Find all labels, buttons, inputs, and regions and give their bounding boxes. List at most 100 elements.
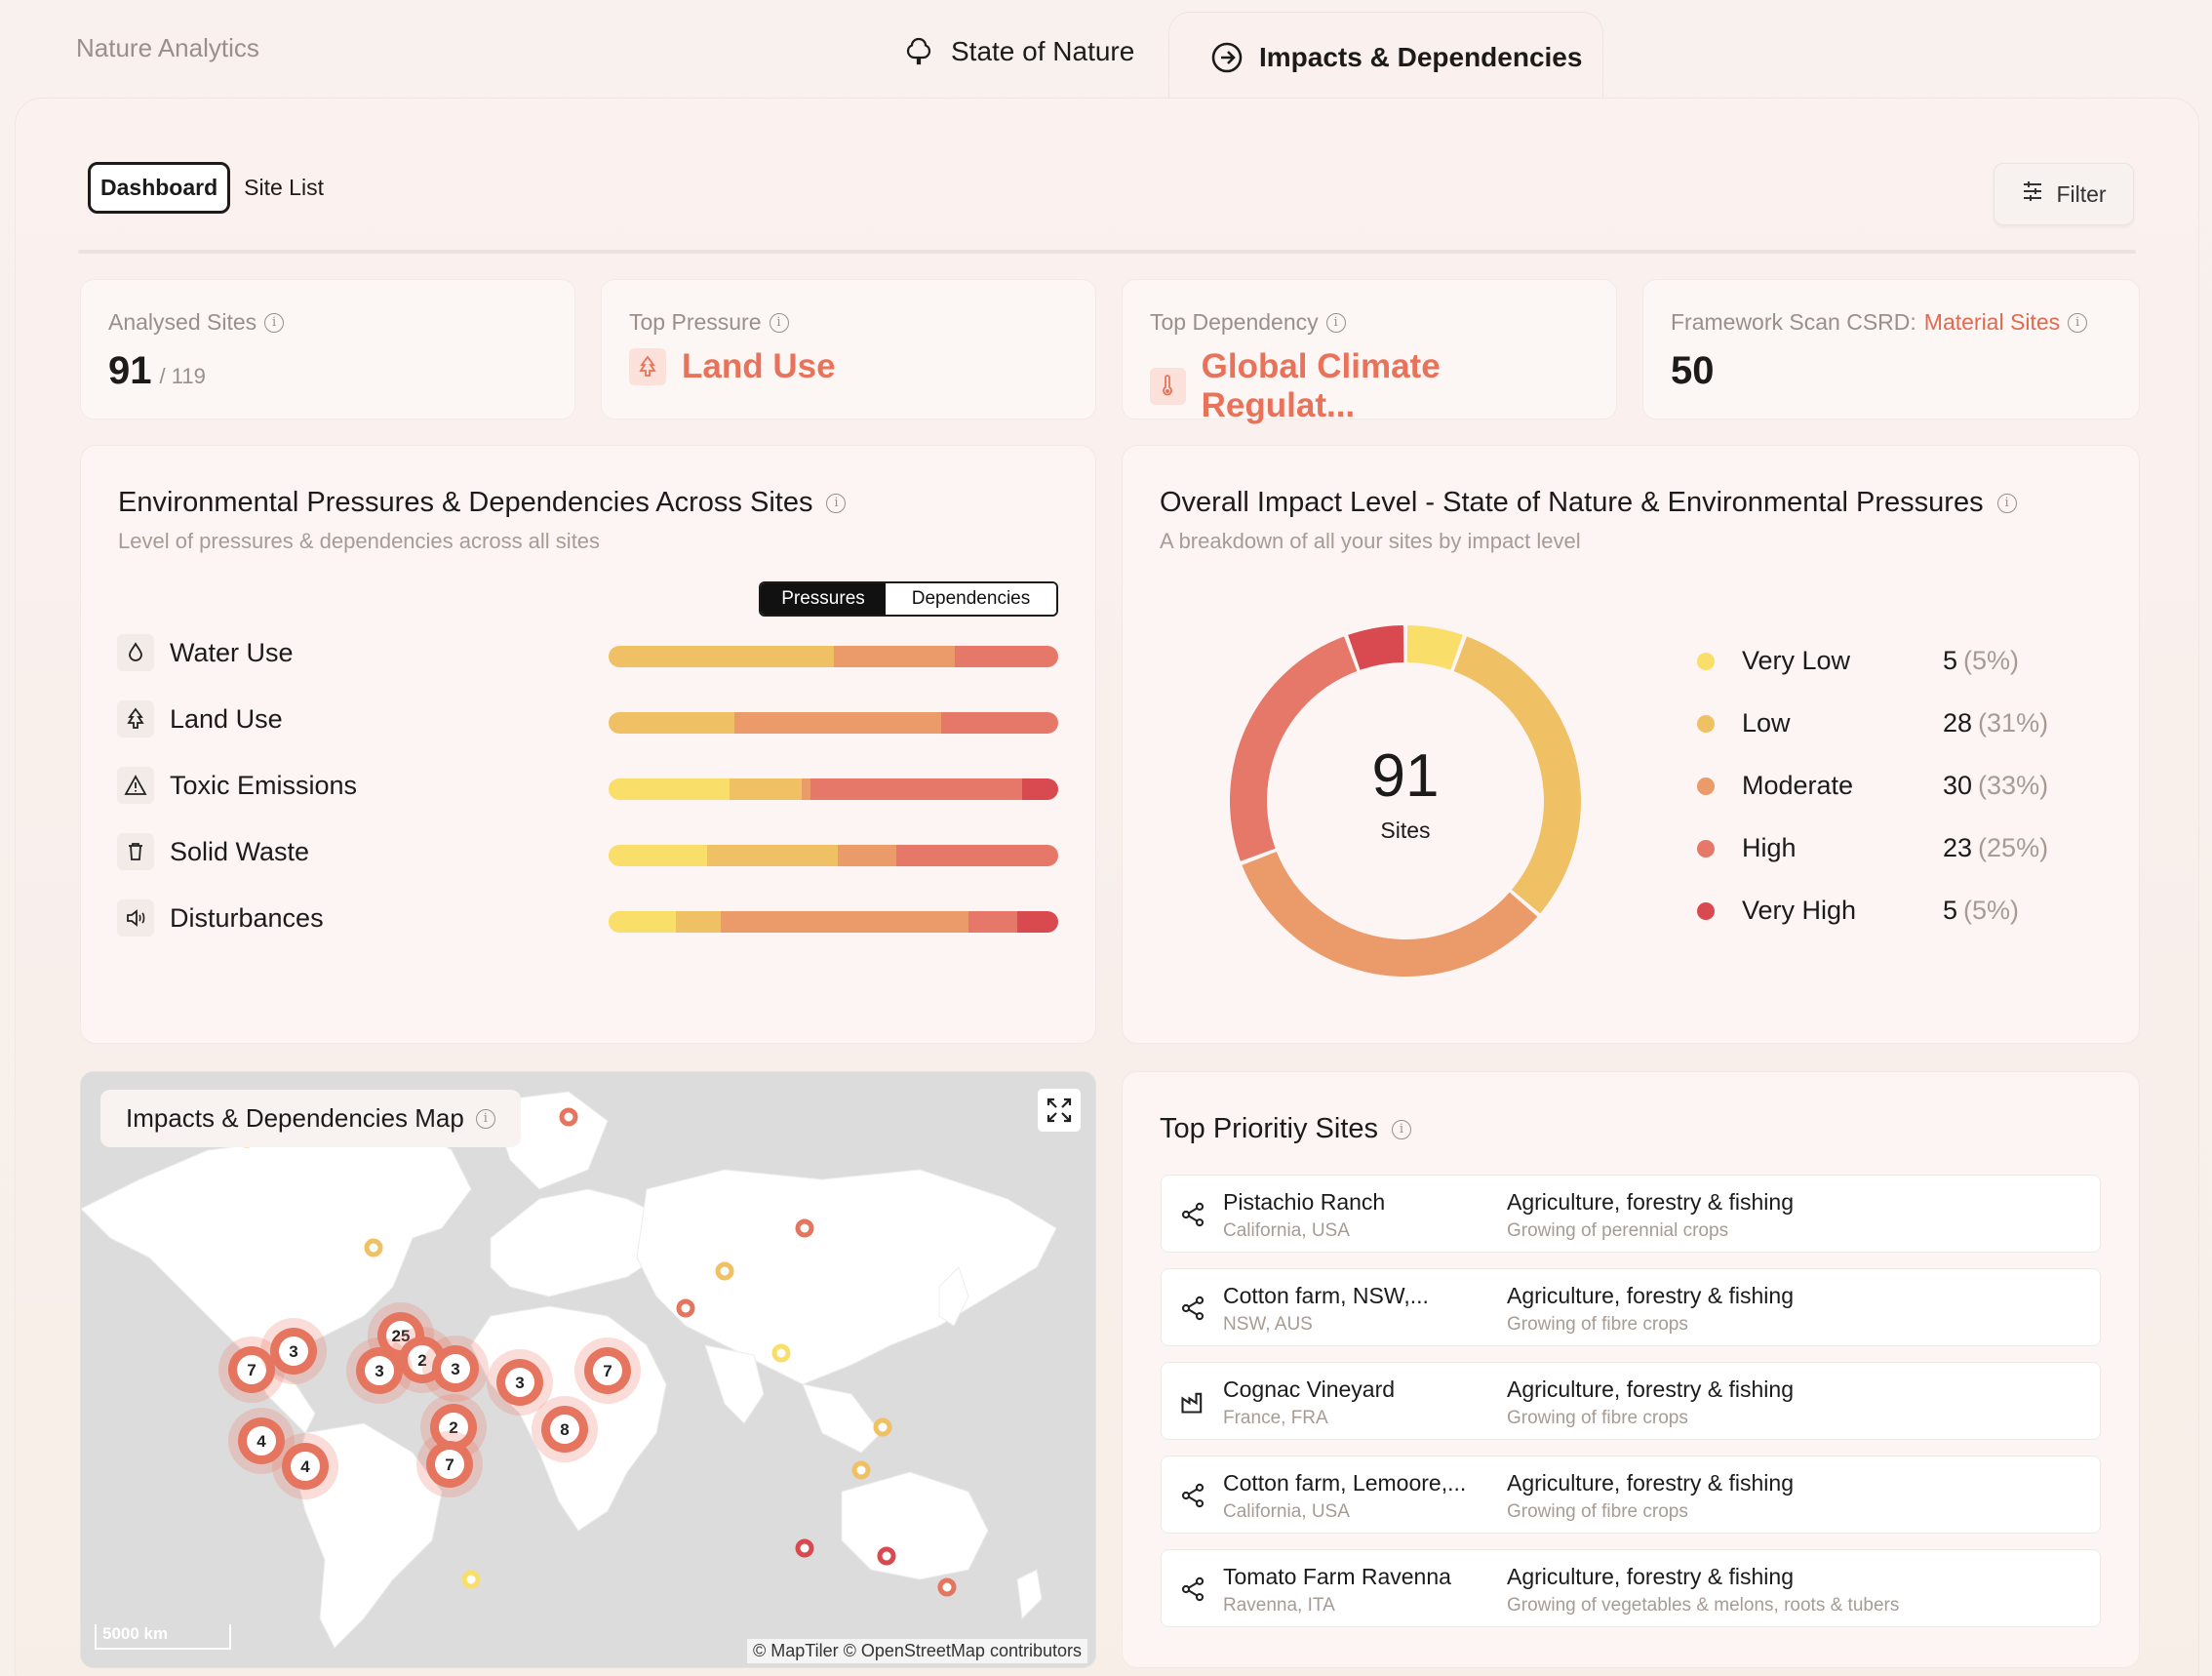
donut-slice[interactable] <box>1242 851 1538 977</box>
cluster-count: 8 <box>560 1420 569 1439</box>
map-cluster[interactable]: 3 <box>422 1336 489 1402</box>
world-map: 73252333728744 <box>81 1091 1057 1649</box>
priority-site-row[interactable]: Cotton farm, Lemoore,... California, USA A… <box>1161 1456 2101 1534</box>
legend-value: 23 <box>1943 833 1973 862</box>
map-site-marker[interactable] <box>771 1343 791 1363</box>
info-icon[interactable]: i <box>264 312 285 333</box>
map-cluster[interactable]: 7 <box>416 1431 483 1497</box>
map-cluster[interactable]: 7 <box>574 1337 641 1404</box>
expand-icon[interactable] <box>1037 1088 1082 1133</box>
bar-segment <box>676 911 722 933</box>
impacts-map[interactable]: 73252333728744 Impacts & Dependencies Ma… <box>80 1071 1096 1668</box>
pressure-level-bar[interactable] <box>609 712 1058 734</box>
map-site-marker[interactable] <box>937 1577 957 1597</box>
bar-segment <box>1017 911 1058 933</box>
site-location: France, FRA <box>1223 1408 1328 1428</box>
droplet-icon <box>117 634 154 671</box>
map-cluster[interactable]: 3 <box>346 1337 413 1404</box>
bar-segment <box>833 646 955 667</box>
pressures-card: Environmental Pressures & Dependencies A… <box>80 445 1096 1044</box>
legend-dot <box>1697 839 1715 858</box>
pressure-row[interactable]: Toxic Emissions <box>117 767 357 804</box>
site-name: Tomato Farm Ravenna <box>1223 1564 1451 1589</box>
bar-segment <box>802 778 811 800</box>
bar-segment <box>734 712 942 734</box>
pressure-row[interactable]: Land Use <box>117 700 283 738</box>
card-title: Environmental Pressures & Dependencies A… <box>118 487 813 518</box>
pressure-level-bar[interactable] <box>609 845 1058 866</box>
pressures-toggle: Pressures Dependencies <box>759 581 1058 617</box>
site-activity: Growing of perennial crops <box>1507 1220 1729 1241</box>
map-site-marker[interactable] <box>676 1298 695 1318</box>
map-site-marker[interactable] <box>364 1238 383 1257</box>
donut-slice[interactable] <box>1348 625 1404 670</box>
map-cluster[interactable]: 3 <box>260 1318 327 1384</box>
legend-dot <box>1697 714 1715 733</box>
map-cluster[interactable]: 8 <box>532 1396 598 1462</box>
map-site-marker[interactable] <box>461 1570 481 1589</box>
pressure-row[interactable]: Solid Waste <box>117 833 309 870</box>
legend-dot <box>1697 901 1715 920</box>
info-icon[interactable]: i <box>2068 312 2088 333</box>
legend-label: Moderate <box>1742 771 1854 800</box>
map-site-marker[interactable] <box>873 1417 892 1437</box>
map-site-marker[interactable] <box>795 1538 814 1558</box>
bar-segment <box>721 911 968 933</box>
legend-percent: (5%) <box>1963 896 2020 925</box>
info-icon[interactable]: i <box>475 1108 495 1129</box>
map-site-marker[interactable] <box>795 1218 814 1238</box>
info-icon[interactable]: i <box>1392 1119 1412 1139</box>
share-icon <box>1181 1296 1205 1321</box>
legend-dot <box>1697 652 1715 670</box>
trash-icon <box>117 833 154 870</box>
tab-impacts-dependencies[interactable]: Impacts & Dependencies <box>1168 12 1603 101</box>
priority-site-row[interactable]: Pistachio Ranch California, USA Agricultur… <box>1161 1175 2101 1253</box>
filter-button[interactable]: Filter <box>1994 163 2134 225</box>
pressure-level-bar[interactable] <box>609 911 1058 933</box>
subtab-site-list[interactable]: Site List <box>244 175 324 201</box>
legend-label: Low <box>1742 708 1791 738</box>
toggle-dependencies[interactable]: Dependencies <box>886 583 1056 615</box>
cluster-count: 3 <box>375 1362 383 1380</box>
map-attribution[interactable]: © MapTiler © OpenStreetMap contributors <box>747 1639 1087 1663</box>
info-icon[interactable]: i <box>826 493 847 513</box>
bar-segment <box>730 778 803 800</box>
priority-site-row[interactable]: Cognac Vineyard France, FRA Agriculture, f… <box>1161 1362 2101 1440</box>
tab-state-of-nature[interactable]: State of Nature <box>902 35 1134 68</box>
tab-label: Impacts & Dependencies <box>1259 41 1583 72</box>
legend-item: Low 28 (31%) <box>1697 708 2048 738</box>
info-icon[interactable]: i <box>769 312 789 333</box>
sliders-icon <box>2021 180 2044 209</box>
map-site-marker[interactable] <box>851 1460 871 1480</box>
map-site-marker[interactable] <box>877 1546 896 1566</box>
site-activity: Growing of vegetables & melons, roots & … <box>1507 1595 1900 1616</box>
legend-value: 28 <box>1943 708 1973 738</box>
tree-icon <box>902 35 935 68</box>
priority-site-row[interactable]: Tomato Farm Ravenna Ravenna, ITA Agricultu… <box>1161 1549 2101 1627</box>
info-icon[interactable]: i <box>1996 493 2017 513</box>
donut-slice[interactable] <box>1406 625 1463 670</box>
legend-percent: (5%) <box>1963 646 2020 675</box>
site-name: Cotton farm, Lemoore,... <box>1223 1470 1467 1496</box>
kpi-sub: / 119 <box>159 364 206 388</box>
pressure-row[interactable]: Disturbances <box>117 899 324 937</box>
toggle-pressures[interactable]: Pressures <box>761 583 886 615</box>
subtab-dashboard[interactable]: Dashboard <box>88 162 231 214</box>
pressure-level-bar[interactable] <box>609 778 1058 800</box>
cluster-count: 4 <box>300 1457 310 1476</box>
map-cluster[interactable]: 4 <box>228 1408 295 1474</box>
card-title: Overall Impact Level - State of Nature &… <box>1160 487 1984 518</box>
cluster-count: 3 <box>289 1342 297 1361</box>
bar-segment <box>968 911 1018 933</box>
tree-icon <box>629 348 666 385</box>
divider <box>78 250 2136 254</box>
map-site-marker[interactable] <box>715 1261 734 1281</box>
legend-dot <box>1697 777 1715 795</box>
site-activity: Growing of fibre crops <box>1507 1408 1688 1428</box>
kpi-label: Framework Scan CSRD: <box>1671 309 1916 335</box>
priority-site-row[interactable]: Cotton farm, NSW,... NSW, AUS Agriculture,… <box>1161 1268 2101 1346</box>
info-icon[interactable]: i <box>1325 312 1346 333</box>
pressure-level-bar[interactable] <box>609 646 1058 667</box>
map-site-marker[interactable] <box>559 1107 578 1127</box>
pressure-row[interactable]: Water Use <box>117 634 294 671</box>
